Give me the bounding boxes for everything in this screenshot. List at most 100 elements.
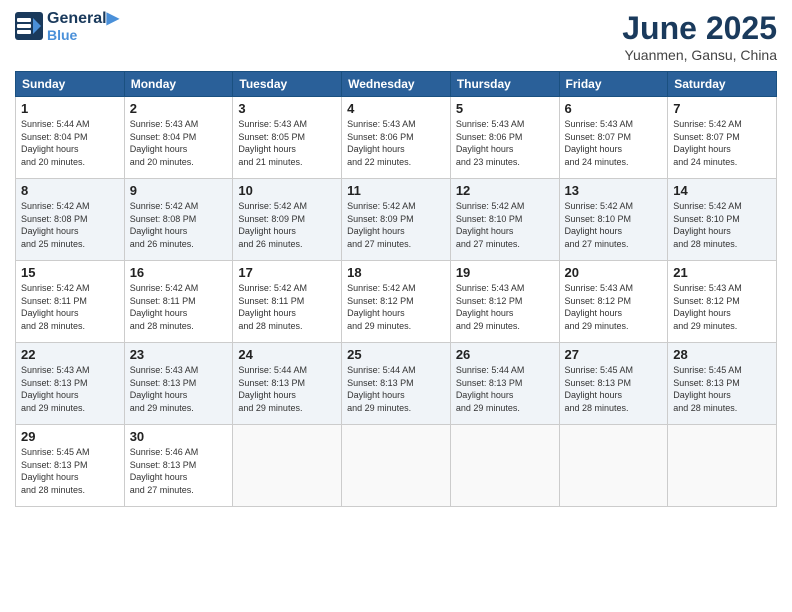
day-number: 18 [347, 265, 445, 280]
day-number: 24 [238, 347, 336, 362]
day-number: 11 [347, 183, 445, 198]
day-number: 14 [673, 183, 771, 198]
table-row: 25 Sunrise: 5:44 AM Sunset: 8:13 PM Dayl… [342, 343, 451, 425]
table-row: 26 Sunrise: 5:44 AM Sunset: 8:13 PM Dayl… [450, 343, 559, 425]
table-row: 27 Sunrise: 5:45 AM Sunset: 8:13 PM Dayl… [559, 343, 668, 425]
table-row: 10 Sunrise: 5:42 AM Sunset: 8:09 PM Dayl… [233, 179, 342, 261]
day-info: Sunrise: 5:42 AM Sunset: 8:10 PM Dayligh… [565, 200, 663, 250]
table-row: 1 Sunrise: 5:44 AM Sunset: 8:04 PM Dayli… [16, 97, 125, 179]
day-info: Sunrise: 5:42 AM Sunset: 8:11 PM Dayligh… [130, 282, 228, 332]
table-row: 19 Sunrise: 5:43 AM Sunset: 8:12 PM Dayl… [450, 261, 559, 343]
day-info: Sunrise: 5:44 AM Sunset: 8:13 PM Dayligh… [347, 364, 445, 414]
table-row: 23 Sunrise: 5:43 AM Sunset: 8:13 PM Dayl… [124, 343, 233, 425]
table-row [233, 425, 342, 507]
table-row: 18 Sunrise: 5:42 AM Sunset: 8:12 PM Dayl… [342, 261, 451, 343]
table-row: 14 Sunrise: 5:42 AM Sunset: 8:10 PM Dayl… [668, 179, 777, 261]
table-row [450, 425, 559, 507]
day-info: Sunrise: 5:43 AM Sunset: 8:13 PM Dayligh… [130, 364, 228, 414]
table-row: 3 Sunrise: 5:43 AM Sunset: 8:05 PM Dayli… [233, 97, 342, 179]
table-row: 17 Sunrise: 5:42 AM Sunset: 8:11 PM Dayl… [233, 261, 342, 343]
day-number: 3 [238, 101, 336, 116]
day-info: Sunrise: 5:46 AM Sunset: 8:13 PM Dayligh… [130, 446, 228, 496]
day-info: Sunrise: 5:43 AM Sunset: 8:12 PM Dayligh… [673, 282, 771, 332]
month-title: June 2025 [622, 10, 777, 47]
day-number: 5 [456, 101, 554, 116]
day-number: 30 [130, 429, 228, 444]
calendar-week-row: 22 Sunrise: 5:43 AM Sunset: 8:13 PM Dayl… [16, 343, 777, 425]
table-row [668, 425, 777, 507]
location: Yuanmen, Gansu, China [622, 47, 777, 63]
title-area: June 2025 Yuanmen, Gansu, China [622, 10, 777, 63]
table-row: 28 Sunrise: 5:45 AM Sunset: 8:13 PM Dayl… [668, 343, 777, 425]
day-number: 17 [238, 265, 336, 280]
table-row: 24 Sunrise: 5:44 AM Sunset: 8:13 PM Dayl… [233, 343, 342, 425]
day-info: Sunrise: 5:45 AM Sunset: 8:13 PM Dayligh… [673, 364, 771, 414]
day-number: 20 [565, 265, 663, 280]
day-number: 15 [21, 265, 119, 280]
col-saturday: Saturday [668, 72, 777, 97]
day-info: Sunrise: 5:42 AM Sunset: 8:08 PM Dayligh… [21, 200, 119, 250]
col-thursday: Thursday [450, 72, 559, 97]
calendar-week-row: 29 Sunrise: 5:45 AM Sunset: 8:13 PM Dayl… [16, 425, 777, 507]
day-number: 29 [21, 429, 119, 444]
day-info: Sunrise: 5:45 AM Sunset: 8:13 PM Dayligh… [21, 446, 119, 496]
calendar-week-row: 1 Sunrise: 5:44 AM Sunset: 8:04 PM Dayli… [16, 97, 777, 179]
day-info: Sunrise: 5:42 AM Sunset: 8:11 PM Dayligh… [21, 282, 119, 332]
logo-text: General▶ Blue [47, 10, 119, 43]
calendar-table: Sunday Monday Tuesday Wednesday Thursday… [15, 71, 777, 507]
day-number: 1 [21, 101, 119, 116]
col-friday: Friday [559, 72, 668, 97]
day-number: 16 [130, 265, 228, 280]
day-number: 8 [21, 183, 119, 198]
calendar-week-row: 8 Sunrise: 5:42 AM Sunset: 8:08 PM Dayli… [16, 179, 777, 261]
table-row: 2 Sunrise: 5:43 AM Sunset: 8:04 PM Dayli… [124, 97, 233, 179]
day-info: Sunrise: 5:44 AM Sunset: 8:13 PM Dayligh… [456, 364, 554, 414]
table-row: 4 Sunrise: 5:43 AM Sunset: 8:06 PM Dayli… [342, 97, 451, 179]
table-row: 6 Sunrise: 5:43 AM Sunset: 8:07 PM Dayli… [559, 97, 668, 179]
table-row: 5 Sunrise: 5:43 AM Sunset: 8:06 PM Dayli… [450, 97, 559, 179]
day-number: 26 [456, 347, 554, 362]
day-info: Sunrise: 5:42 AM Sunset: 8:10 PM Dayligh… [673, 200, 771, 250]
day-info: Sunrise: 5:42 AM Sunset: 8:08 PM Dayligh… [130, 200, 228, 250]
day-number: 7 [673, 101, 771, 116]
table-row: 11 Sunrise: 5:42 AM Sunset: 8:09 PM Dayl… [342, 179, 451, 261]
day-info: Sunrise: 5:43 AM Sunset: 8:13 PM Dayligh… [21, 364, 119, 414]
day-info: Sunrise: 5:43 AM Sunset: 8:06 PM Dayligh… [456, 118, 554, 168]
day-info: Sunrise: 5:42 AM Sunset: 8:09 PM Dayligh… [347, 200, 445, 250]
col-sunday: Sunday [16, 72, 125, 97]
table-row [559, 425, 668, 507]
day-number: 2 [130, 101, 228, 116]
table-row [342, 425, 451, 507]
day-info: Sunrise: 5:44 AM Sunset: 8:04 PM Dayligh… [21, 118, 119, 168]
day-info: Sunrise: 5:44 AM Sunset: 8:13 PM Dayligh… [238, 364, 336, 414]
day-number: 12 [456, 183, 554, 198]
table-row: 7 Sunrise: 5:42 AM Sunset: 8:07 PM Dayli… [668, 97, 777, 179]
table-row: 30 Sunrise: 5:46 AM Sunset: 8:13 PM Dayl… [124, 425, 233, 507]
col-wednesday: Wednesday [342, 72, 451, 97]
page: General▶ Blue June 2025 Yuanmen, Gansu, … [0, 0, 792, 612]
day-info: Sunrise: 5:43 AM Sunset: 8:07 PM Dayligh… [565, 118, 663, 168]
table-row: 21 Sunrise: 5:43 AM Sunset: 8:12 PM Dayl… [668, 261, 777, 343]
day-info: Sunrise: 5:43 AM Sunset: 8:06 PM Dayligh… [347, 118, 445, 168]
day-info: Sunrise: 5:43 AM Sunset: 8:04 PM Dayligh… [130, 118, 228, 168]
day-info: Sunrise: 5:42 AM Sunset: 8:10 PM Dayligh… [456, 200, 554, 250]
calendar-week-row: 15 Sunrise: 5:42 AM Sunset: 8:11 PM Dayl… [16, 261, 777, 343]
day-number: 9 [130, 183, 228, 198]
day-number: 13 [565, 183, 663, 198]
table-row: 13 Sunrise: 5:42 AM Sunset: 8:10 PM Dayl… [559, 179, 668, 261]
logo: General▶ Blue [15, 10, 119, 43]
table-row: 8 Sunrise: 5:42 AM Sunset: 8:08 PM Dayli… [16, 179, 125, 261]
header: General▶ Blue June 2025 Yuanmen, Gansu, … [15, 10, 777, 63]
table-row: 29 Sunrise: 5:45 AM Sunset: 8:13 PM Dayl… [16, 425, 125, 507]
day-number: 4 [347, 101, 445, 116]
day-number: 6 [565, 101, 663, 116]
day-info: Sunrise: 5:42 AM Sunset: 8:07 PM Dayligh… [673, 118, 771, 168]
table-row: 20 Sunrise: 5:43 AM Sunset: 8:12 PM Dayl… [559, 261, 668, 343]
table-row: 22 Sunrise: 5:43 AM Sunset: 8:13 PM Dayl… [16, 343, 125, 425]
day-info: Sunrise: 5:45 AM Sunset: 8:13 PM Dayligh… [565, 364, 663, 414]
day-info: Sunrise: 5:43 AM Sunset: 8:12 PM Dayligh… [456, 282, 554, 332]
table-row: 15 Sunrise: 5:42 AM Sunset: 8:11 PM Dayl… [16, 261, 125, 343]
day-info: Sunrise: 5:42 AM Sunset: 8:12 PM Dayligh… [347, 282, 445, 332]
day-info: Sunrise: 5:43 AM Sunset: 8:05 PM Dayligh… [238, 118, 336, 168]
day-info: Sunrise: 5:43 AM Sunset: 8:12 PM Dayligh… [565, 282, 663, 332]
